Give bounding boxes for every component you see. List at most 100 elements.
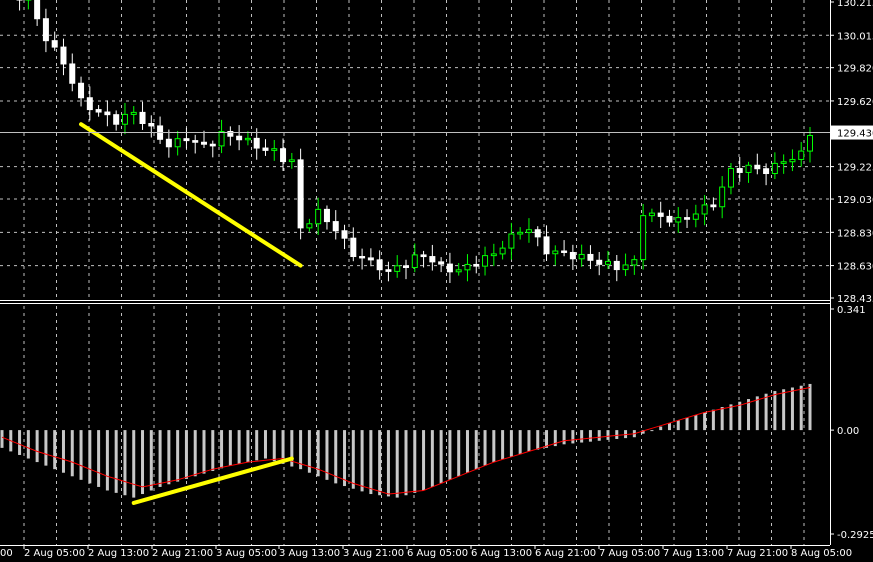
histogram-bar bbox=[246, 430, 250, 463]
candle-body bbox=[754, 164, 761, 170]
histogram-bar bbox=[97, 430, 101, 487]
time-label: 2 Aug 05:00 bbox=[24, 548, 85, 559]
candle-body bbox=[51, 40, 58, 48]
time-label: 3 Aug 05:00 bbox=[216, 548, 277, 559]
candle-body bbox=[429, 256, 436, 263]
histogram-bar bbox=[808, 383, 812, 431]
candle-body bbox=[657, 212, 664, 217]
histogram-bar bbox=[799, 385, 803, 431]
histogram-bar bbox=[615, 430, 619, 439]
candle-body bbox=[350, 237, 357, 258]
histogram-bar bbox=[369, 430, 373, 495]
histogram-bar bbox=[70, 430, 74, 477]
histogram-bar bbox=[755, 396, 759, 431]
histogram-bar bbox=[711, 409, 715, 431]
price-level-label: 129.030 bbox=[837, 195, 873, 206]
histogram-bar bbox=[272, 430, 276, 462]
time-label: 7 Aug 13:00 bbox=[663, 548, 724, 559]
histogram-bar bbox=[343, 430, 347, 487]
histogram-bar bbox=[720, 407, 724, 431]
candle-body bbox=[359, 256, 366, 259]
histogram-bar bbox=[105, 430, 109, 491]
histogram-bar bbox=[509, 430, 513, 457]
candle-body bbox=[288, 159, 295, 163]
candle-body bbox=[464, 263, 471, 271]
histogram-bar bbox=[667, 423, 671, 431]
time-label: 2 Aug 21:00 bbox=[152, 548, 213, 559]
candle-body bbox=[42, 18, 49, 42]
candle-body bbox=[446, 263, 453, 273]
histogram-bar bbox=[88, 430, 92, 484]
histogram-bar bbox=[694, 415, 698, 431]
time-label: 2 Aug 13:00 bbox=[88, 548, 149, 559]
histogram-bar bbox=[79, 430, 83, 480]
time-label: 3 Aug 13:00 bbox=[279, 548, 340, 559]
candle-body bbox=[34, 0, 41, 20]
chart: 130.215 130.015 129.820 129.620 129.430 129.2… bbox=[0, 0, 873, 562]
candle-body bbox=[411, 254, 418, 268]
histogram-bar bbox=[685, 417, 689, 431]
candle-body bbox=[104, 111, 111, 116]
histogram-bar bbox=[729, 404, 733, 431]
candle-body bbox=[578, 253, 585, 260]
histogram-bar bbox=[404, 430, 408, 496]
histogram-bar bbox=[220, 430, 224, 469]
histogram-bar bbox=[457, 430, 461, 477]
histogram-bar bbox=[114, 430, 118, 493]
histogram-bar bbox=[184, 430, 188, 479]
candle-body bbox=[403, 265, 409, 268]
histogram-bar bbox=[237, 430, 241, 464]
candle-body bbox=[438, 261, 445, 265]
histogram-bar bbox=[606, 430, 610, 440]
candle-body bbox=[253, 137, 260, 149]
candle-body bbox=[209, 143, 216, 147]
time-label: 7 Aug 05:00 bbox=[599, 548, 660, 559]
time-label: 7 Aug 21:00 bbox=[727, 548, 788, 559]
histogram-bar bbox=[527, 430, 531, 452]
histogram-bar bbox=[439, 430, 443, 484]
candle-body bbox=[789, 158, 796, 163]
candle-body bbox=[455, 269, 462, 273]
time-label: 6 Aug 13:00 bbox=[471, 548, 532, 559]
candle-body bbox=[341, 230, 348, 239]
histogram-bar bbox=[263, 430, 267, 459]
histogram-bar bbox=[422, 430, 426, 491]
price-level-label: 129.225 bbox=[837, 163, 873, 174]
histogram-bar bbox=[255, 430, 259, 461]
histogram-bar bbox=[430, 430, 434, 487]
candle-body bbox=[218, 130, 225, 147]
price-level-label: 130.215 bbox=[837, 0, 873, 9]
candle-body bbox=[262, 147, 269, 151]
candle-body bbox=[139, 111, 146, 125]
candle-body bbox=[95, 109, 102, 113]
price-level-label: 129.620 bbox=[837, 97, 873, 108]
candle-body bbox=[701, 204, 708, 215]
candle-body bbox=[69, 63, 76, 84]
candle-body bbox=[552, 250, 559, 255]
candle-body bbox=[86, 97, 93, 111]
histogram-bar bbox=[562, 430, 566, 445]
candle-body bbox=[605, 260, 611, 265]
candle-body bbox=[323, 208, 330, 223]
histogram-bar bbox=[703, 412, 707, 431]
candle-body bbox=[473, 263, 480, 267]
candle-body bbox=[675, 217, 682, 223]
candle-body bbox=[490, 253, 497, 257]
histogram-bar bbox=[18, 430, 22, 455]
candle-body bbox=[684, 217, 691, 220]
candle-body bbox=[561, 250, 568, 253]
candle-body bbox=[183, 138, 190, 142]
candle-body bbox=[727, 168, 734, 188]
candle-body bbox=[692, 213, 699, 220]
histogram-bar bbox=[35, 430, 39, 463]
time-label: 8 Aug 05:00 bbox=[791, 548, 852, 559]
histogram-bar bbox=[790, 387, 794, 431]
candle-body bbox=[763, 168, 770, 175]
histogram-bar bbox=[747, 399, 751, 431]
histogram-bar bbox=[413, 430, 417, 493]
histogram-bar bbox=[149, 430, 153, 491]
candle-body bbox=[201, 141, 207, 145]
histogram-bar bbox=[571, 430, 575, 444]
candle-body bbox=[613, 260, 620, 271]
histogram-bar bbox=[228, 430, 232, 466]
